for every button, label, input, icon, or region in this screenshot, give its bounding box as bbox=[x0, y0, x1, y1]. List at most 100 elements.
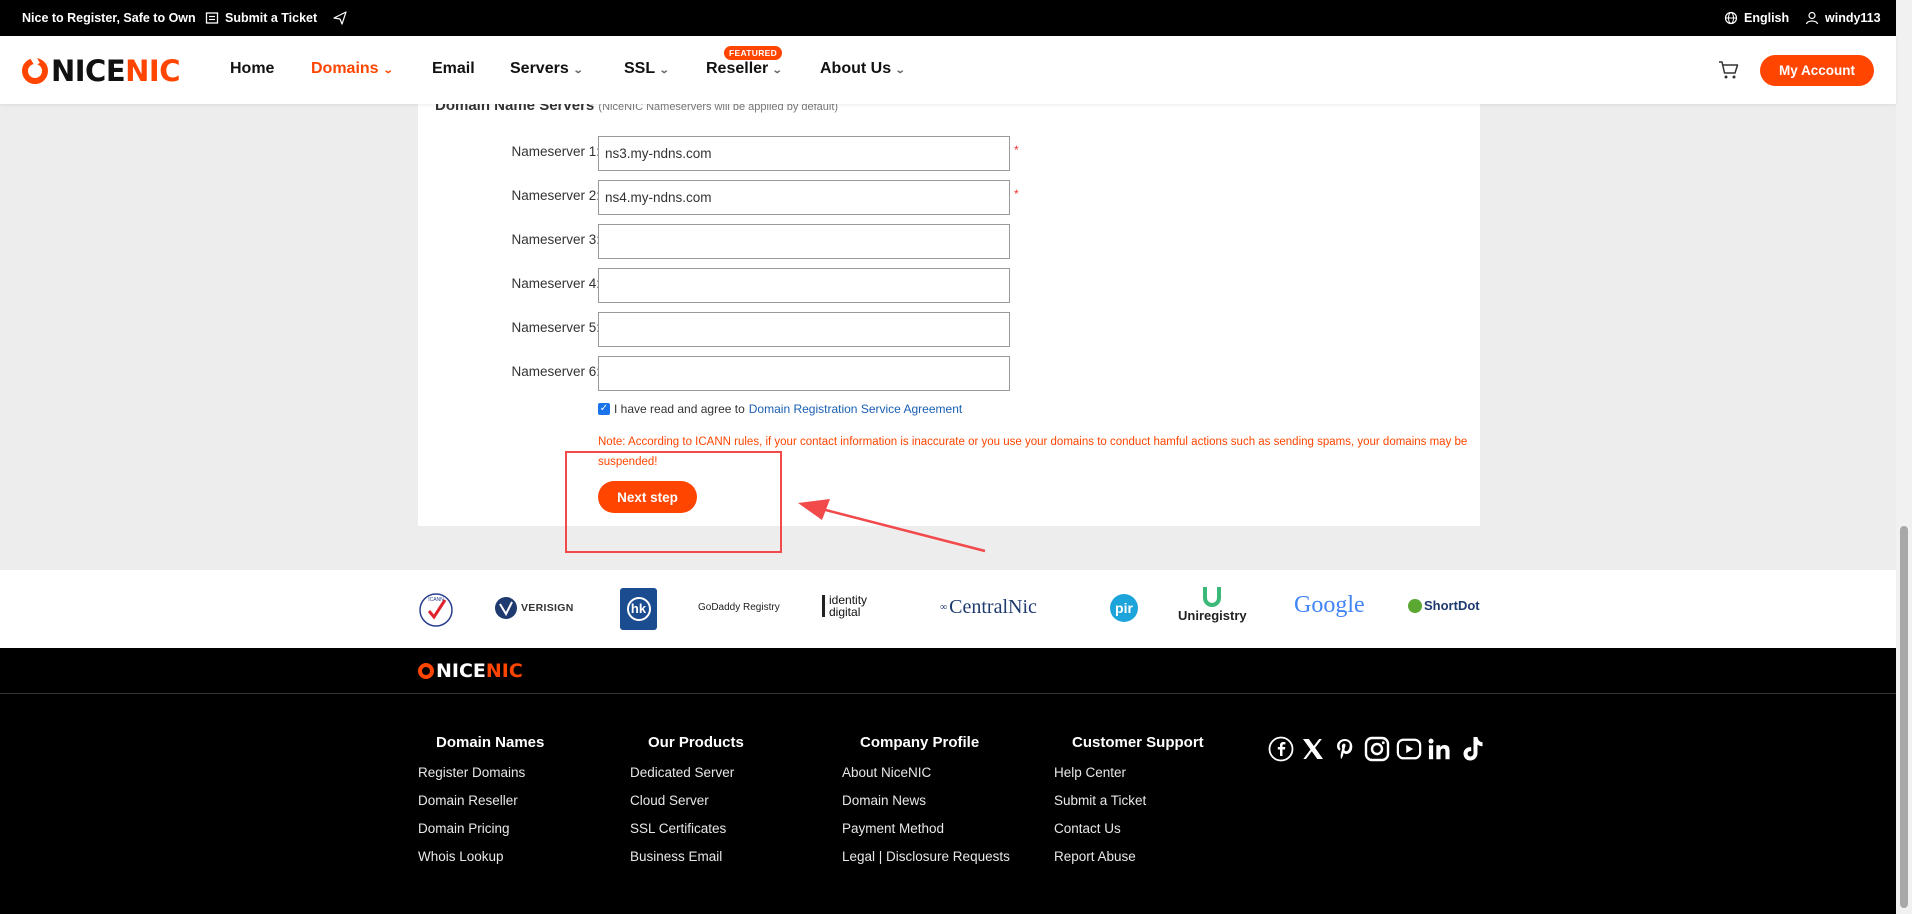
annotation-highlight-box bbox=[565, 451, 782, 553]
nav-email[interactable]: Email bbox=[432, 60, 475, 78]
footer-col-domain-names: Domain Names Register Domains Domain Res… bbox=[418, 734, 544, 877]
submit-ticket-label: Submit a Ticket bbox=[225, 11, 318, 25]
footer-link[interactable]: Domain Reseller bbox=[418, 793, 544, 821]
nameserver-3-input[interactable] bbox=[598, 224, 1010, 259]
top-bar: Nice to Register, Safe to Own Submit a T… bbox=[0, 0, 1896, 36]
language-selector[interactable]: English bbox=[1724, 11, 1789, 25]
nav-about-us[interactable]: About Us ⌄ bbox=[820, 60, 906, 78]
nav-home[interactable]: Home bbox=[230, 60, 274, 78]
verisign-text: VERISIGN bbox=[521, 602, 574, 614]
facebook-icon[interactable] bbox=[1268, 736, 1294, 762]
cart-icon[interactable] bbox=[1718, 60, 1740, 85]
identity-digital-logo: identity digital bbox=[822, 594, 867, 618]
section-note: (NiceNIC Nameservers will be applied by … bbox=[598, 104, 839, 113]
footer-divider bbox=[0, 693, 1896, 694]
footer-link[interactable]: Submit a Ticket bbox=[1054, 793, 1204, 821]
google-text: Google bbox=[1294, 592, 1365, 618]
pir-logo: pir bbox=[1110, 594, 1138, 622]
agreement-row: ✓ I have read and agree to Domain Regist… bbox=[598, 402, 962, 416]
chevron-down-icon: ⌄ bbox=[658, 65, 670, 76]
shortdot-logo: ShortDot bbox=[1408, 598, 1480, 613]
footer-link[interactable]: Help Center bbox=[1054, 765, 1204, 793]
nameserver-5-input[interactable] bbox=[598, 312, 1010, 347]
footer-col-customer-support: Customer Support Help Center Submit a Ti… bbox=[1054, 734, 1204, 877]
submit-ticket-link[interactable]: Submit a Ticket bbox=[205, 11, 317, 25]
nav-email-label: Email bbox=[432, 60, 475, 77]
footer-link[interactable]: Report Abuse bbox=[1054, 849, 1204, 877]
nameserver-1-input[interactable]: ns3.my-ndns.com bbox=[598, 136, 1010, 171]
nav-domains[interactable]: Domains ⌄ bbox=[311, 60, 394, 78]
instagram-icon[interactable] bbox=[1364, 736, 1390, 762]
ticket-icon bbox=[205, 12, 219, 24]
x-icon[interactable] bbox=[1300, 736, 1326, 762]
nav-ssl[interactable]: SSL ⌄ bbox=[624, 60, 670, 78]
nav-about-label: About Us bbox=[820, 60, 892, 77]
nameserver-4-input[interactable] bbox=[598, 268, 1010, 303]
footer-link[interactable]: About NiceNIC bbox=[842, 765, 1010, 793]
footer-logo-ring-icon bbox=[418, 663, 434, 679]
footer-col-our-products: Our Products Dedicated Server Cloud Serv… bbox=[630, 734, 744, 877]
annotation-arrow-icon bbox=[798, 499, 986, 553]
footer-col-company-profile: Company Profile About NiceNIC Domain New… bbox=[842, 734, 1010, 877]
user-icon bbox=[1805, 11, 1819, 25]
nameserver-2-label: Nameserver 2: bbox=[511, 188, 600, 203]
footer-link[interactable]: Payment Method bbox=[842, 821, 1010, 849]
section-title: Domain Name Servers (NiceNIC Nameservers… bbox=[435, 104, 838, 114]
main-nav: NICE NIC Home Domains ⌄ Email Servers ⌄ SSL… bbox=[0, 36, 1896, 104]
footer-link[interactable]: Business Email bbox=[630, 849, 744, 877]
centralnic-logo: ∞ CentralNic bbox=[940, 596, 1037, 618]
logo-nic: NIC bbox=[125, 54, 180, 88]
chevron-down-icon: ⌄ bbox=[572, 65, 584, 76]
agreement-checkbox[interactable]: ✓ bbox=[598, 403, 610, 415]
footer-link[interactable]: Domain News bbox=[842, 793, 1010, 821]
tiktok-icon[interactable] bbox=[1460, 736, 1486, 762]
globe-icon bbox=[1724, 11, 1738, 25]
footer-col-title: Customer Support bbox=[1072, 734, 1204, 751]
svg-text:ICANN: ICANN bbox=[428, 597, 444, 603]
footer-col-title: Company Profile bbox=[860, 734, 980, 751]
nav-servers[interactable]: Servers ⌄ bbox=[510, 60, 584, 78]
nav-ssl-label: SSL bbox=[624, 60, 656, 77]
pinterest-icon[interactable] bbox=[1332, 736, 1358, 762]
hk-text: hk bbox=[626, 597, 651, 621]
footer-link[interactable]: Dedicated Server bbox=[630, 765, 744, 793]
centralnic-text: CentralNic bbox=[949, 596, 1037, 618]
scrollbar-thumb[interactable] bbox=[1900, 526, 1908, 908]
footer-link[interactable]: SSL Certificates bbox=[630, 821, 744, 849]
footer-link[interactable]: Domain Pricing bbox=[418, 821, 544, 849]
footer-link[interactable]: Register Domains bbox=[418, 765, 544, 793]
required-marker: * bbox=[1014, 143, 1019, 157]
nameserver-4-label: Nameserver 4: bbox=[511, 276, 600, 291]
youtube-icon[interactable] bbox=[1396, 736, 1422, 762]
google-logo: Google bbox=[1294, 592, 1365, 619]
footer-link[interactable]: Cloud Server bbox=[630, 793, 744, 821]
chevron-down-icon: ⌄ bbox=[382, 65, 394, 76]
nameserver-5-label: Nameserver 5: bbox=[511, 320, 600, 335]
footer-col-title: Domain Names bbox=[436, 734, 545, 751]
user-menu[interactable]: windy113 bbox=[1805, 11, 1881, 25]
footer-link[interactable]: Whois Lookup bbox=[418, 849, 544, 877]
send-icon[interactable] bbox=[333, 11, 347, 25]
footer-logo-nice: NICE bbox=[436, 660, 486, 682]
linkedin-icon[interactable] bbox=[1428, 736, 1454, 762]
verisign-logo: VERISIGN bbox=[494, 596, 574, 620]
footer-col-title: Our Products bbox=[648, 734, 744, 751]
nav-domains-label: Domains bbox=[311, 60, 379, 77]
footer-logo-nic: NIC bbox=[485, 660, 523, 682]
nicenic-logo[interactable]: NICE NIC bbox=[22, 54, 180, 88]
partner-logos: ICANN VERISIGN hk GoDaddy Registry ident… bbox=[0, 570, 1896, 648]
footer-link[interactable]: Contact Us bbox=[1054, 821, 1204, 849]
nameserver-2-input[interactable]: ns4.my-ndns.com bbox=[598, 180, 1010, 215]
footer-logo[interactable]: NICE NIC bbox=[418, 660, 523, 682]
page-scrollbar[interactable] bbox=[1896, 0, 1912, 914]
nameserver-6-input[interactable] bbox=[598, 356, 1010, 391]
social-links bbox=[1268, 736, 1486, 762]
logo-nice: NICE bbox=[51, 54, 126, 88]
godaddy-registry-logo: GoDaddy Registry bbox=[698, 602, 780, 613]
nav-reseller[interactable]: Reseller ⌄ bbox=[706, 60, 783, 78]
agreement-link[interactable]: Domain Registration Service Agreement bbox=[749, 402, 962, 416]
hk-logo: hk bbox=[620, 588, 657, 630]
icann-logo: ICANN bbox=[418, 592, 454, 628]
my-account-button[interactable]: My Account bbox=[1760, 55, 1874, 86]
footer-link[interactable]: Legal | Disclosure Requests bbox=[842, 849, 1010, 877]
